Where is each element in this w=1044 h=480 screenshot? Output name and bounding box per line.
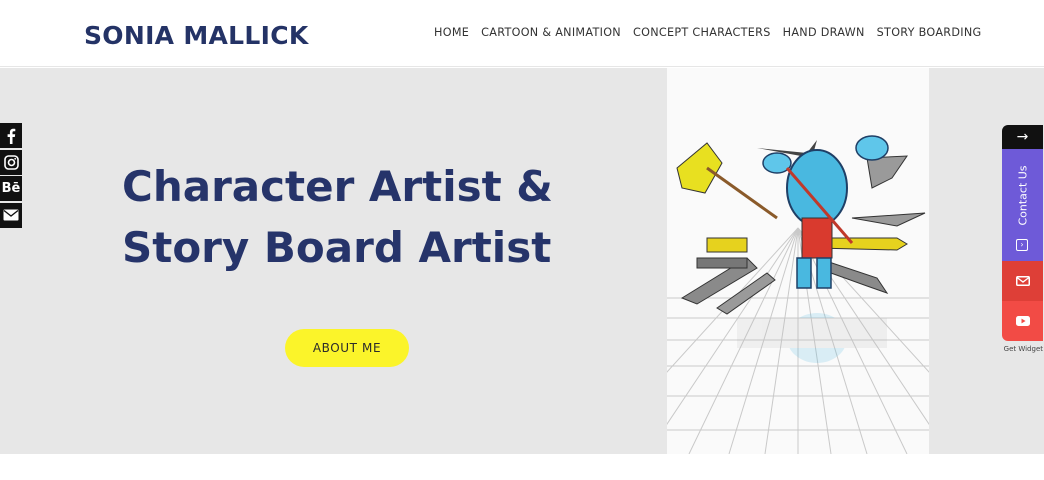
facebook-icon[interactable] [0,123,22,148]
hero-section: Character Artist & Story Board Artist AB… [0,68,1044,454]
hero-headline: Character Artist & Story Board Artist [122,156,592,278]
widget-mail-button[interactable] [1002,261,1043,301]
nav-item-cartoon-animation[interactable]: CARTOON & ANIMATION [481,26,621,39]
character-illustration [667,135,929,454]
email-icon[interactable] [0,202,22,228]
character-body [762,135,889,289]
social-sidebar: Bē [0,123,22,229]
behance-icon[interactable]: Bē [0,176,22,201]
nav-item-concept-characters[interactable]: CONCEPT CHARACTERS [633,26,771,39]
nav-item-hand-drawn[interactable]: HAND DRAWN [783,26,865,39]
contact-us-button[interactable]: Contact Us › [1002,149,1043,261]
get-widget-link[interactable]: Get Widget [1002,345,1043,353]
youtube-icon [1015,316,1030,326]
contact-us-label: Contact Us [1016,165,1029,226]
site-logo[interactable]: SONIA MALLICK [84,21,309,50]
contact-form-icon: › [1016,239,1028,251]
widget-toggle-arrow-icon[interactable]: → [1002,125,1043,149]
page: SONIA MALLICK HOME CARTOON & ANIMATION C… [0,0,1044,480]
hero-headline-line2: Story Board Artist [122,223,552,272]
main-nav: HOME CARTOON & ANIMATION CONCEPT CHARACT… [434,26,982,39]
instagram-icon[interactable] [0,149,22,175]
widget-youtube-button[interactable] [1002,301,1043,341]
nav-item-story-boarding[interactable]: STORY BOARDING [877,26,982,39]
hero-artwork [667,68,929,454]
about-me-button[interactable]: ABOUT ME [285,329,409,367]
contact-widget: → Contact Us › Get Widget [1002,125,1043,353]
hero-headline-line1: Character Artist & [122,162,553,211]
site-header: SONIA MALLICK HOME CARTOON & ANIMATION C… [0,0,1044,67]
nav-item-home[interactable]: HOME [434,26,469,39]
mail-icon [1015,276,1030,286]
